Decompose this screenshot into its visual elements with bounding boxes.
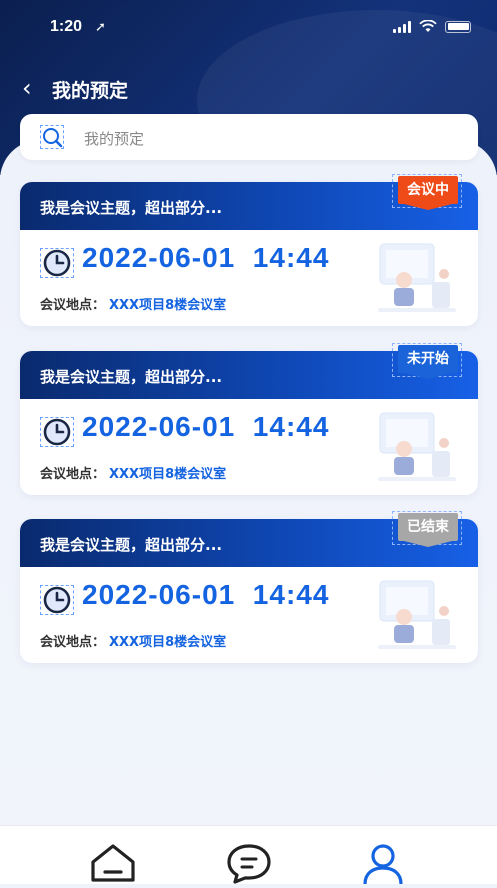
- battery-icon: [445, 20, 471, 33]
- booking-card[interactable]: 我是会议主题，超出部分... 已结束 2022-06-01 14:44 会议地点…: [20, 511, 478, 663]
- meeting-illustration-icon: [378, 580, 456, 649]
- tab-home[interactable]: [89, 842, 137, 884]
- message-icon: [227, 844, 271, 884]
- status-indicators: [393, 20, 471, 33]
- status-badge: 已结束: [398, 513, 458, 541]
- location-label: 会议地点：: [40, 467, 106, 482]
- tab-profile[interactable]: [359, 842, 407, 885]
- nav-bar: ‹ 我的预定: [0, 70, 497, 106]
- location-label: 会议地点：: [40, 635, 106, 650]
- search-input[interactable]: 我的预定: [84, 128, 144, 149]
- meeting-location: 会议地点： XXX项目8楼会议室: [40, 631, 226, 650]
- meeting-date: 2022-06-01: [82, 579, 236, 610]
- user-icon: [363, 844, 403, 885]
- signal-icon: [393, 20, 411, 33]
- meeting-location: 会议地点： XXX项目8楼会议室: [40, 294, 226, 313]
- booking-card[interactable]: 我是会议主题，超出部分... 未开始 2022-06-01 14:44 会议地点…: [20, 343, 478, 495]
- location-label: 会议地点：: [40, 298, 106, 313]
- card-title: 我是会议主题，超出部分...: [40, 199, 223, 217]
- meeting-illustration-icon: [378, 243, 456, 312]
- meeting-datetime: 2022-06-01 14:44: [82, 579, 329, 611]
- search-icon: [40, 125, 64, 149]
- location-value: XXX项目8楼会议室: [109, 467, 227, 482]
- search-bar[interactable]: 我的预定: [20, 114, 478, 160]
- status-bar: 1:20 ➚: [0, 0, 497, 56]
- status-badge: 会议中: [398, 176, 458, 204]
- page-title: 我的预定: [52, 80, 129, 102]
- meeting-time: 14:44: [252, 579, 330, 610]
- clock-icon: [40, 417, 74, 447]
- clock-icon: [40, 585, 74, 615]
- meeting-datetime: 2022-06-01 14:44: [82, 242, 329, 274]
- meeting-date: 2022-06-01: [82, 411, 236, 442]
- status-badge: 未开始: [398, 345, 458, 373]
- home-icon: [91, 844, 135, 882]
- meeting-illustration-icon: [378, 412, 456, 481]
- meeting-date: 2022-06-01: [82, 242, 236, 273]
- clock-icon: [40, 248, 74, 278]
- card-title: 我是会议主题，超出部分...: [40, 368, 223, 386]
- meeting-time: 14:44: [252, 242, 330, 273]
- meeting-datetime: 2022-06-01 14:44: [82, 411, 329, 443]
- location-value: XXX项目8楼会议室: [109, 635, 227, 650]
- back-icon[interactable]: ‹: [22, 76, 32, 100]
- booking-card[interactable]: 我是会议主题，超出部分... 会议中 2022-06-01 14:44 会议地点…: [20, 174, 478, 326]
- tab-bar: [0, 825, 497, 885]
- status-time: 1:20: [50, 18, 83, 35]
- card-title: 我是会议主题，超出部分...: [40, 536, 223, 554]
- tab-messages[interactable]: [225, 842, 273, 884]
- location-arrow-icon: ➚: [95, 20, 106, 35]
- meeting-location: 会议地点： XXX项目8楼会议室: [40, 463, 226, 482]
- location-value: XXX项目8楼会议室: [109, 298, 227, 313]
- wifi-icon: [419, 20, 437, 32]
- meeting-time: 14:44: [252, 411, 330, 442]
